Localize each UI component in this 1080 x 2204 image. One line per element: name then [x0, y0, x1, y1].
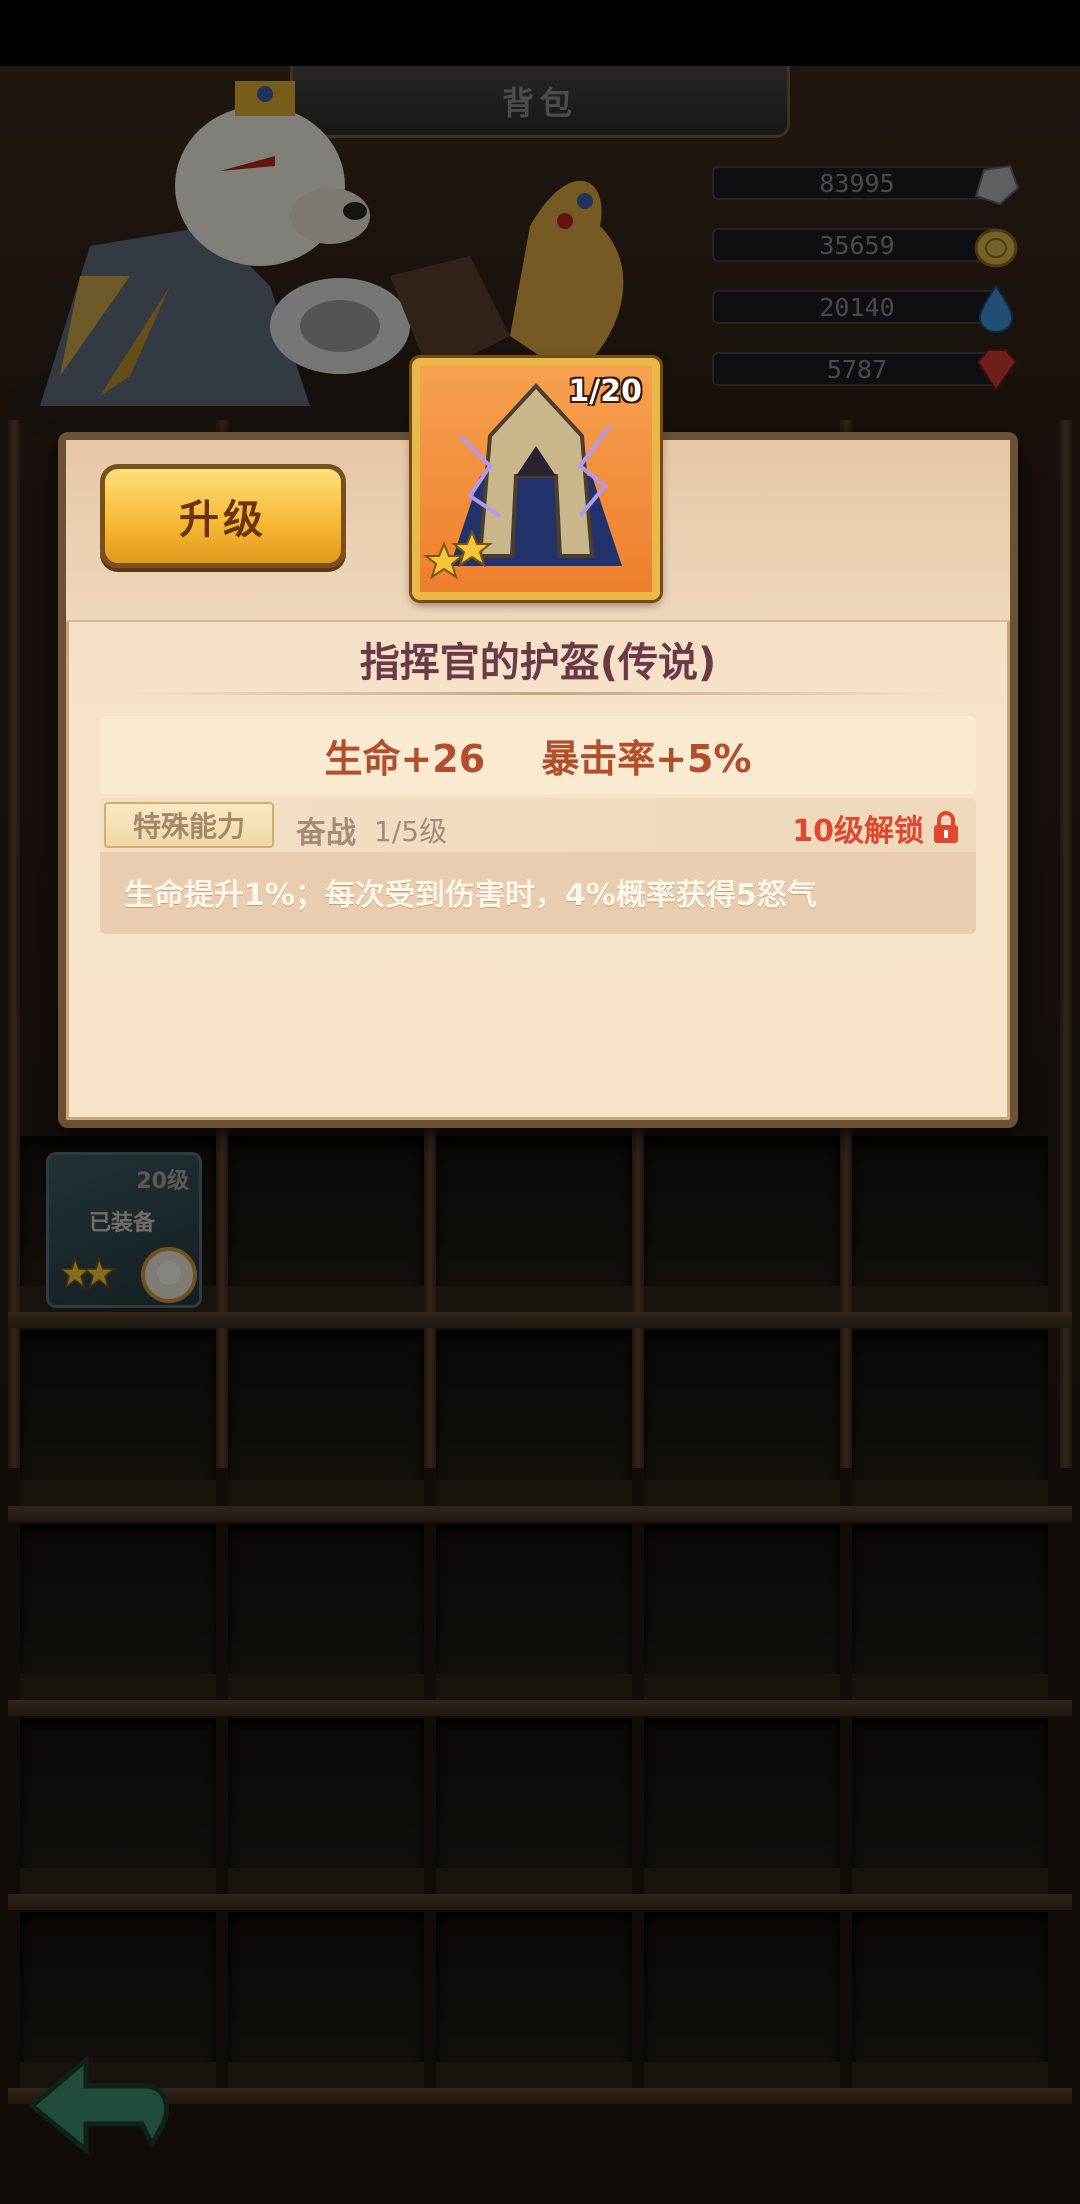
special-ability-section: 特殊能力 奋战 1/5级 10级解锁 生命提升1%；每次受到伤害时，4%概率获得…: [100, 798, 976, 934]
ability-unlock-requirement: 10级解锁: [792, 806, 960, 850]
divider: [126, 692, 950, 695]
ability-description: 生命提升1%；每次受到伤害时，4%概率获得5怒气: [124, 878, 817, 913]
status-bar: [0, 0, 1080, 66]
ability-level: 1/5级: [374, 815, 448, 848]
stat-health: 生命+26: [324, 736, 486, 781]
upgrade-button[interactable]: 升级: [100, 464, 346, 568]
unlock-label: 10级解锁: [792, 814, 924, 849]
item-name: 指挥官的护盔(传说): [359, 640, 717, 686]
ability-name: 奋战: [296, 816, 356, 851]
stat-crit-rate: 暴击率+5%: [541, 736, 752, 781]
item-count: 1/20: [568, 374, 642, 409]
ability-tag: 特殊能力: [104, 802, 274, 848]
item-stats: 生命+26 暴击率+5%: [100, 716, 976, 794]
lock-icon: [934, 811, 958, 843]
ability-header: 特殊能力 奋战 1/5级 10级解锁: [100, 798, 976, 852]
item-card[interactable]: 1/20: [412, 358, 660, 600]
